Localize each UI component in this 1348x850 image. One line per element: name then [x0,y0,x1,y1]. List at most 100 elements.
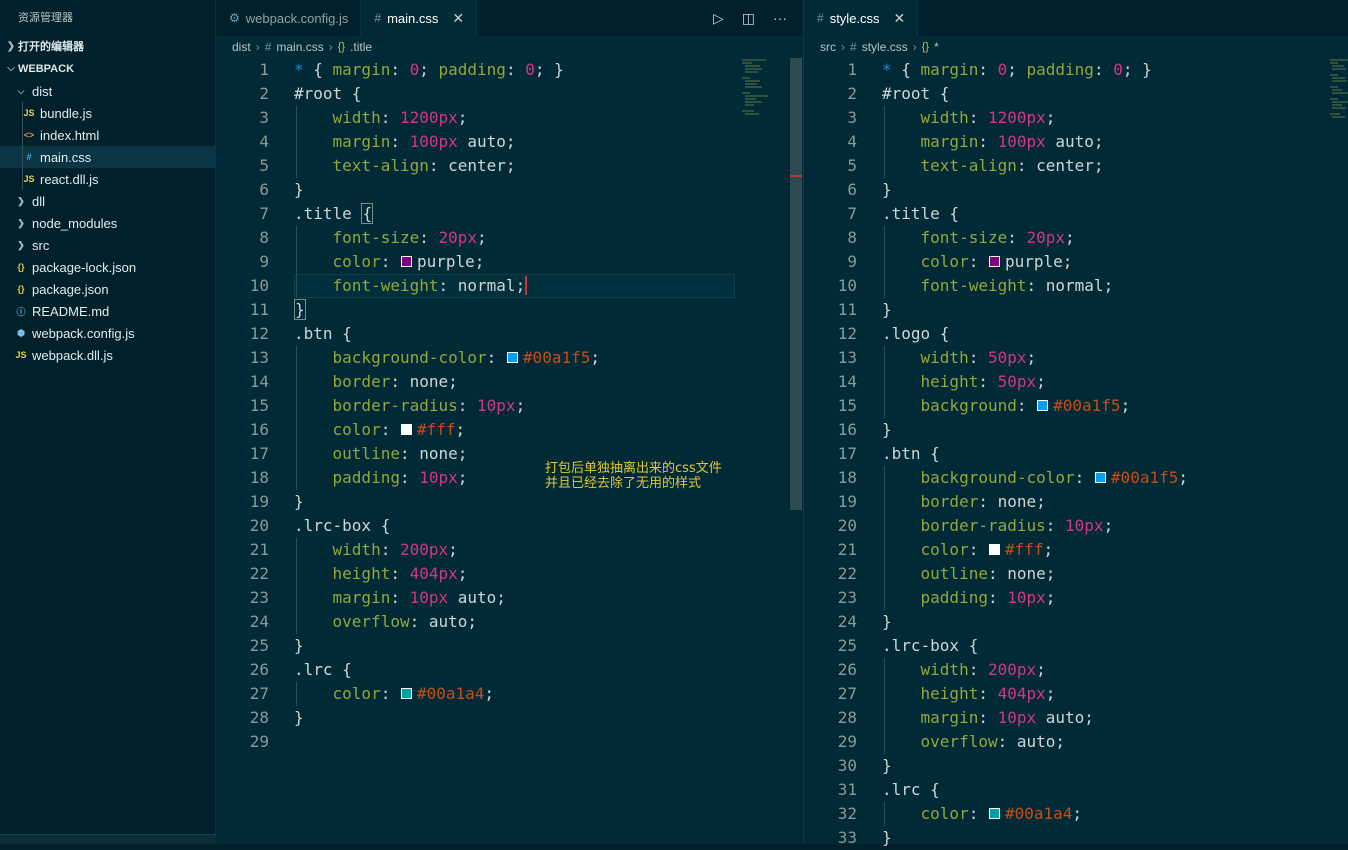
tree-item-label: webpack.dll.js [32,347,113,363]
code-editor-right[interactable]: 1 * { margin: 0; padding: 0; } 2 #root {3 w… [804,58,1348,847]
css-file-icon: # [264,40,272,54]
color-swatch[interactable] [988,807,1000,819]
workspace-section[interactable]: ⌵ WEBPACK [0,58,215,80]
token-num: 10px [419,468,458,487]
tree-item-webpack-dll-js[interactable]: JS webpack.dll.js [0,344,215,366]
code-text: height: 404px; [294,562,468,586]
line-number: 5 [259,156,269,175]
code-text: border: none; [294,370,458,394]
token-val: center; [448,156,516,175]
chevron-right-icon: ❯ [6,41,16,52]
token-prop: color [332,684,381,703]
line-number: 19 [837,492,857,511]
minimap-right[interactable] [1330,58,1348,128]
code-text: } [882,418,892,442]
breadcrumb-item[interactable]: .title [350,40,372,54]
tab-main-css[interactable]: # main.css ✕ [361,0,478,36]
color-swatch[interactable] [1037,399,1049,411]
token-punc: : [390,564,410,583]
breadcrumb-item[interactable]: src [820,40,836,54]
tab-webpack-config[interactable]: ⚙ webpack.config.js [216,0,362,36]
color-swatch[interactable] [988,255,1000,267]
code-line: 26 .lrc { [216,658,803,682]
split-editor-icon[interactable]: ◫ [742,10,755,27]
token-prop: text-align [920,156,1017,175]
open-editors-section[interactable]: ❯ 打开的编辑器 [0,36,215,58]
token-num: 10px [477,396,516,415]
code-text: width: 1200px; [294,106,468,130]
code-editor-left[interactable]: 1 * { margin: 0; padding: 0; } 2 #root {3 w… [216,58,803,844]
token-punc: ; [1026,348,1037,367]
css-file-icon: # [817,11,824,25]
code-text: width: 200px; [294,538,458,562]
token-prop: border-radius [332,396,458,415]
minimap-left[interactable] [742,58,788,128]
token-punc: : [390,60,410,79]
token-punc: : [968,660,988,679]
color-swatch[interactable] [400,687,412,699]
line-number: 9 [259,252,269,271]
tree-item-dll[interactable]: ❯ dll [0,190,215,212]
code-line: 7 .title { [804,202,1348,226]
token-punc: ; [484,684,495,703]
code-line: 2 #root { [216,82,803,106]
code-text: outline: none; [294,442,468,466]
tree-item-webpack-config-js[interactable]: ⬢ webpack.config.js [0,322,215,344]
tree-item-dist[interactable]: ⌵ dist [0,80,215,102]
tree-item-index-html[interactable]: <> index.html [0,124,215,146]
code-text: .btn { [882,442,940,466]
code-line: 7 .title { [216,202,803,226]
tree-item-bundle-js[interactable]: JS bundle.js [0,102,215,124]
token-prop: width [332,108,381,127]
outline-section-bar[interactable] [0,834,216,844]
line-number: 7 [847,204,857,223]
tree-item-src[interactable]: ❯ src [0,234,215,256]
tab-style-css[interactable]: # style.css ✕ [804,0,919,36]
workspace-label: WEBPACK [18,63,75,75]
close-icon[interactable]: ✕ [894,10,906,27]
token-punc: : [968,804,988,823]
tree-item-node-modules[interactable]: ❯ node_modules [0,212,215,234]
color-swatch[interactable] [506,351,518,363]
color-swatch[interactable] [988,543,1000,555]
code-text: margin: 100px auto; [294,130,516,154]
code-line: 27 height: 404px; [804,682,1348,706]
color-swatch[interactable] [1094,471,1106,483]
code-text: background: #00a1f5; [882,394,1131,418]
breadcrumb-item[interactable]: * [934,40,939,54]
code-line: 11} [804,298,1348,322]
bracket-match: } [294,299,306,320]
code-text: background-color: #00a1f5; [294,346,600,370]
more-actions-icon[interactable]: ··· [773,10,787,26]
vertical-scrollbar[interactable] [790,58,802,510]
code-line: 15 border-radius: 10px; [216,394,803,418]
token-val: auto; [428,612,478,631]
code-text: color: #fff; [294,418,466,442]
close-icon[interactable]: ✕ [452,10,464,27]
tree-item-readme-md[interactable]: ⓘ README.md [0,300,215,322]
token-prop: padding [438,60,506,79]
token-prop: color [332,252,381,271]
code-line: 19} [216,490,803,514]
code-text: border-radius: 10px; [294,394,526,418]
token-prop: margin [920,708,979,727]
code-text: overflow: auto; [882,730,1066,754]
token-sel: .btn { [294,324,352,343]
breadcrumb-item[interactable]: dist [232,40,251,54]
run-icon[interactable]: ▷ [713,10,724,27]
token-sel: } [882,612,892,631]
code-line: 29 overflow: auto; [804,730,1348,754]
breadcrumb-item[interactable]: style.css [862,40,908,54]
tree-item-main-css[interactable]: # main.css [0,146,215,168]
token-num: 10px [1065,516,1104,535]
tree-item-package-lock-json[interactable]: {} package-lock.json [0,256,215,278]
css-file-icon: # [374,11,382,25]
token-punc: : [399,444,420,463]
line-number: 10 [837,276,857,295]
tree-item-package-json[interactable]: {} package.json [0,278,215,300]
color-swatch[interactable] [400,423,412,435]
code-text: } [882,754,892,778]
color-swatch[interactable] [400,255,412,267]
breadcrumb-item[interactable]: main.css [276,40,323,54]
tree-item-react-dll-js[interactable]: JS react.dll.js [0,168,215,190]
